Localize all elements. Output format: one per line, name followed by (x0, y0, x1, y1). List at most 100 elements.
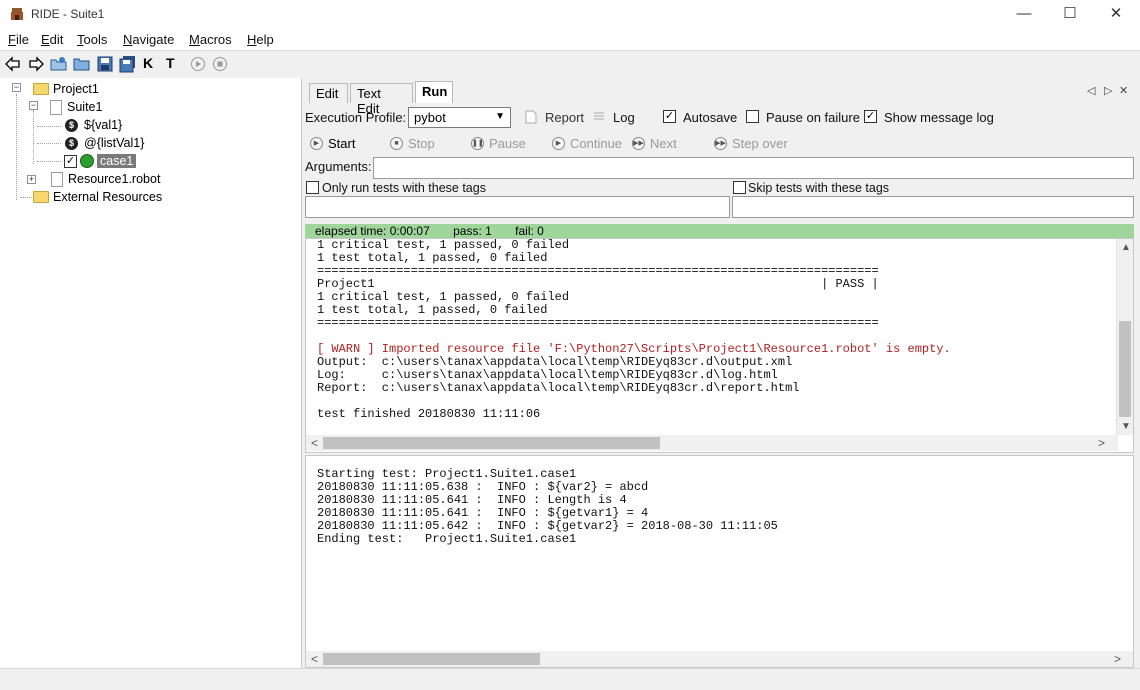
scroll-up-icon[interactable]: ▲ (1121, 242, 1131, 253)
maximize-button[interactable]: ☐ (1047, 0, 1093, 30)
message-log-horizontal-scrollbar[interactable]: < > (306, 651, 1133, 667)
title-bar: RIDE - Suite1 — ☐ ✕ (0, 0, 1140, 30)
stop-label: Stop (408, 135, 435, 151)
pause-button[interactable]: ❚❚ Pause (471, 134, 526, 152)
tab-scroll-right-icon[interactable]: ▷ (1104, 84, 1112, 97)
log-button[interactable]: Log (613, 110, 635, 125)
tree-guide-line (33, 110, 34, 164)
tree-guide-line (20, 197, 34, 198)
tree-item-test-case[interactable]: ✓ case1 (64, 152, 137, 170)
scroll-right-icon[interactable]: > (1098, 436, 1105, 450)
next-button[interactable]: ▶▶ Next (632, 134, 677, 152)
next-label: Next (650, 135, 677, 151)
autosave-checkbox[interactable]: ✓ (663, 110, 676, 123)
open-directory-icon[interactable] (73, 55, 91, 73)
output-summary: 1 critical test, 1 passed, 0 failed 1 te… (317, 238, 879, 330)
message-log-console[interactable]: Starting test: Project1.Suite1.case1 201… (305, 455, 1134, 668)
tree-item-list-variable[interactable]: $ @{listVal1} (65, 134, 144, 152)
menu-tools[interactable]: Tools (77, 32, 107, 47)
tree-guide-line (16, 94, 17, 200)
scroll-left-icon[interactable]: < (311, 436, 318, 450)
menu-help[interactable]: Help (247, 32, 274, 47)
show-message-log-checkbox[interactable]: ✓ (864, 110, 877, 123)
tree-item-label: ${val1} (84, 118, 123, 132)
menu-help-key: H (247, 32, 257, 47)
only-run-tags-input[interactable] (305, 196, 730, 218)
execution-profile-label: Execution Profile: (305, 110, 407, 125)
step-over-button[interactable]: ▶▶ Step over (714, 134, 788, 152)
run-icon[interactable] (189, 55, 207, 73)
menu-macros[interactable]: Macros (189, 32, 232, 47)
tree-item-label: Resource1.robot (68, 172, 161, 186)
variable-icon: $ (65, 118, 78, 132)
stop-icon[interactable] (211, 55, 229, 73)
save-icon[interactable] (96, 55, 114, 73)
pause-on-failure-checkbox[interactable] (746, 110, 759, 123)
scrollbar-thumb[interactable] (323, 653, 540, 665)
folder-icon (33, 191, 49, 203)
scroll-down-icon[interactable]: ▼ (1121, 421, 1131, 432)
scrollbar-thumb[interactable] (1119, 321, 1131, 417)
tree-item-external-resources[interactable]: External Resources (33, 188, 162, 206)
execution-profile-select[interactable]: pybot ▼ (408, 107, 511, 128)
search-tests-icon[interactable]: T (166, 55, 184, 73)
resource-expand-toggle[interactable]: + (27, 175, 36, 184)
log-icon (594, 112, 604, 120)
scroll-right-icon[interactable]: > (1114, 652, 1121, 666)
continue-label: Continue (570, 135, 623, 151)
only-run-tags-checkbox[interactable] (306, 181, 319, 194)
continue-icon: ▶ (552, 136, 565, 150)
search-keywords-icon[interactable]: K (143, 55, 161, 73)
start-button[interactable]: ▶ Start (310, 134, 355, 152)
folder-icon (33, 83, 49, 95)
arguments-input[interactable] (373, 157, 1134, 179)
tree-item-resource[interactable]: Resource1.robot (51, 170, 160, 188)
tree-item-label: External Resources (53, 190, 163, 204)
tree-item-project[interactable]: Project1 (33, 80, 99, 98)
skip-tags-checkbox[interactable] (733, 181, 746, 194)
tab-close-icon[interactable]: ✕ (1119, 84, 1128, 97)
menu-edit[interactable]: Edit (41, 32, 63, 47)
scroll-left-icon[interactable]: < (311, 652, 318, 666)
app-status-bar (0, 668, 1140, 690)
save-all-icon[interactable] (119, 55, 137, 73)
output-vertical-scrollbar[interactable]: ▲ ▼ (1116, 239, 1133, 435)
suite-collapse-toggle[interactable]: − (29, 101, 38, 110)
menu-file-rest: ile (15, 32, 29, 47)
menu-tools-rest: ools (83, 32, 108, 47)
variable-icon: $ (65, 136, 78, 150)
stop-button[interactable]: ■ Stop (390, 134, 435, 152)
tree-item-suite[interactable]: Suite1 (50, 98, 102, 116)
tab-edit[interactable]: Edit (309, 83, 348, 103)
minimize-button[interactable]: — (1001, 0, 1047, 30)
tree-item-variable[interactable]: $ ${val1} (65, 116, 122, 134)
tab-text-edit[interactable]: Text Edit (350, 83, 413, 116)
menu-file[interactable]: File (8, 32, 29, 47)
project-tree: − Project1 − Suite1 $ ${val1} $ @{listVa… (0, 78, 302, 668)
continue-button[interactable]: ▶ Continue (552, 134, 622, 152)
report-button[interactable]: Report (545, 110, 584, 125)
output-text: 1 critical test, 1 passed, 0 failed 1 te… (306, 239, 1133, 421)
menu-navigate[interactable]: Navigate (123, 32, 174, 47)
scrollbar-thumb[interactable] (323, 437, 660, 449)
report-icon (525, 110, 537, 124)
open-project-icon[interactable] (50, 55, 68, 73)
output-console[interactable]: 1 critical test, 1 passed, 0 failed 1 te… (305, 238, 1134, 453)
case-checkbox[interactable]: ✓ (64, 154, 77, 168)
skip-tags-label: Skip tests with these tags (748, 181, 890, 195)
project-collapse-toggle[interactable]: − (12, 83, 21, 92)
forward-arrow-icon[interactable] (27, 55, 45, 73)
skip-tags-input[interactable] (732, 196, 1134, 218)
output-horizontal-scrollbar[interactable]: < > (306, 435, 1118, 451)
step-over-icon: ▶▶ (714, 136, 727, 150)
tab-run[interactable]: Run (415, 81, 453, 103)
close-button[interactable]: ✕ (1093, 0, 1139, 30)
tree-item-label: Project1 (53, 82, 99, 96)
back-arrow-icon[interactable] (4, 55, 22, 73)
tab-scroll-left-icon[interactable]: ◁ (1087, 84, 1095, 97)
tree-item-label: Suite1 (67, 100, 103, 114)
pause-label: Pause (489, 135, 526, 151)
show-message-log-label: Show message log (884, 110, 994, 125)
ride-app-icon (11, 8, 23, 20)
tree-item-label: case1 (97, 154, 137, 168)
